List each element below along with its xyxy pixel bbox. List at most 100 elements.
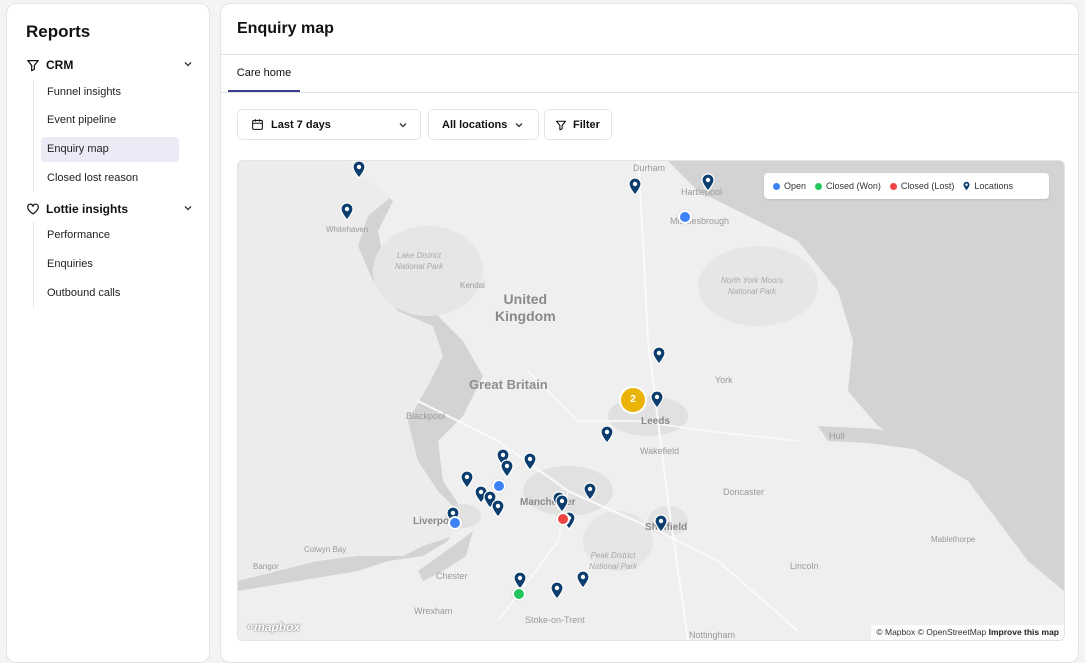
map-label-text: Lake District National Park xyxy=(395,251,444,271)
map-label-bangor: Bangor xyxy=(253,562,279,571)
map-label-mablethorpe: Mablethorpe xyxy=(931,535,976,544)
chevron-down-icon[interactable] xyxy=(182,58,194,70)
location-pin-icon[interactable] xyxy=(650,390,664,409)
map-label-durham: Durham xyxy=(633,163,666,173)
location-pin-icon[interactable] xyxy=(352,160,366,179)
sidebar-item-outbound-calls[interactable]: Outbound calls xyxy=(41,281,179,306)
divider xyxy=(221,54,1078,55)
map-label-text: Peak District National Park xyxy=(589,551,638,571)
legend-label: Open xyxy=(784,181,807,191)
location-pin-icon[interactable] xyxy=(340,202,354,221)
sidebar-item-event-pipeline[interactable]: Event pipeline xyxy=(41,108,179,133)
location-pin-icon[interactable] xyxy=(491,499,505,518)
legend-label: Closed (Lost) xyxy=(900,181,955,191)
enquiry-marker-closed-lost[interactable] xyxy=(556,512,570,526)
map-label-text: United Kingdom xyxy=(495,291,556,324)
calendar-icon xyxy=(252,119,263,130)
map-label-great-britain: Great Britain xyxy=(469,377,548,392)
location-pin-icon[interactable] xyxy=(550,581,564,600)
legend-swatch xyxy=(889,182,897,190)
location-pin-icon[interactable] xyxy=(652,346,666,365)
map-label-doncaster: Doncaster xyxy=(723,487,765,497)
sidebar-item-enquiry-map[interactable]: Enquiry map xyxy=(41,137,179,162)
enquiry-marker-open[interactable] xyxy=(448,516,462,530)
map-label-lincoln: Lincoln xyxy=(790,561,819,571)
map-label-lake-district: Lake District National Park xyxy=(395,250,443,272)
date-range-select[interactable]: Last 7 days xyxy=(237,109,421,140)
location-pin-icon[interactable] xyxy=(576,570,590,589)
map-label-blackpool: Blackpool xyxy=(406,411,446,421)
enquiry-marker-closed-won[interactable] xyxy=(512,587,526,601)
legend-item-locations: Locations xyxy=(963,181,1013,191)
sidebar-item-enquiries[interactable]: Enquiries xyxy=(41,252,179,277)
map-label-wrexham: Wrexham xyxy=(414,606,453,616)
enquiry-map[interactable]: United Kingdom Great Britain Durham Hart… xyxy=(237,160,1065,641)
location-pin-icon[interactable] xyxy=(628,177,642,196)
sidebar-item-funnel-insights[interactable]: Funnel insights xyxy=(41,80,179,105)
sidebar-group-crm[interactable]: CRM xyxy=(26,54,194,76)
location-pin-icon[interactable] xyxy=(583,482,597,501)
sidebar: Reports CRM Funnel insights Event pipeli… xyxy=(6,3,210,663)
locations-select[interactable]: All locations xyxy=(428,109,539,140)
filter-icon xyxy=(27,60,39,72)
map-label-whitehaven: Whitehaven xyxy=(326,225,369,234)
sidebar-group-label: CRM xyxy=(46,58,74,72)
location-pin-icon[interactable] xyxy=(523,452,537,471)
legend-item-open: Open xyxy=(773,181,806,191)
tab-care-home[interactable]: Care home xyxy=(228,55,300,91)
sidebar-group-lottie-insights[interactable]: Lottie insights xyxy=(26,198,194,220)
map-label-peak-district: Peak District National Park xyxy=(589,550,637,572)
legend-item-closed-won: Closed (Won) xyxy=(815,181,881,191)
page-title: Enquiry map xyxy=(237,20,334,37)
legend-label: Locations xyxy=(974,181,1013,191)
chevron-down-icon[interactable] xyxy=(182,202,194,214)
sidebar-item-closed-lost-reason[interactable]: Closed lost reason xyxy=(41,166,179,191)
enquiry-cluster[interactable]: 2 xyxy=(619,386,647,414)
improve-map-link[interactable]: Improve this map xyxy=(989,627,1059,637)
enquiry-marker-open[interactable] xyxy=(678,210,692,224)
map-label-text: North York Moors National Park xyxy=(721,276,784,296)
map-label-chester: Chester xyxy=(436,571,468,581)
tree-line xyxy=(33,222,34,308)
location-pin-icon[interactable] xyxy=(600,425,614,444)
filter-button[interactable]: Filter xyxy=(544,109,612,140)
date-range-label: Last 7 days xyxy=(271,118,331,131)
sidebar-group-label: Lottie insights xyxy=(46,202,128,216)
chevron-down-icon xyxy=(399,122,407,127)
map-label-leeds: Leeds xyxy=(641,416,670,427)
map-label-hull: Hull xyxy=(829,431,845,441)
legend-item-closed-lost: Closed (Lost) xyxy=(889,181,955,191)
legend-label: Closed (Won) xyxy=(826,181,881,191)
location-pin-icon[interactable] xyxy=(460,470,474,489)
location-pin-icon[interactable] xyxy=(654,514,668,533)
mapbox-logo[interactable]: ⚬mapbox xyxy=(244,620,300,634)
map-label-kendal: Kendal xyxy=(460,281,485,290)
map-attribution: © Mapbox © OpenStreetMap Improve this ma… xyxy=(871,625,1064,640)
locations-label: All locations xyxy=(442,118,508,131)
tree-line xyxy=(33,80,34,192)
map-label-north-york-moors: North York Moors National Park xyxy=(721,275,783,297)
sidebar-title: Reports xyxy=(26,22,91,41)
legend-swatch xyxy=(815,182,823,190)
location-pin-icon[interactable] xyxy=(500,459,514,478)
heart-icon xyxy=(27,203,39,215)
divider xyxy=(221,92,1078,93)
enquiry-marker-open[interactable] xyxy=(492,479,506,493)
map-label-nottingham: Nottingham xyxy=(689,630,736,640)
mapbox-logo-text: mapbox xyxy=(254,620,301,634)
main-panel: Enquiry map Care home Last 7 days All lo… xyxy=(220,3,1079,663)
location-pin-icon xyxy=(963,181,970,191)
attribution-text[interactable]: © Mapbox © OpenStreetMap xyxy=(876,627,986,637)
map-label-colwyn-bay: Colwyn Bay xyxy=(304,545,347,554)
filter-label: Filter xyxy=(573,118,600,131)
sidebar-item-performance[interactable]: Performance xyxy=(41,223,179,248)
legend-swatch xyxy=(773,182,780,190)
map-label-stoke-on-trent: Stoke-on-Trent xyxy=(525,615,585,625)
map-label-york: York xyxy=(715,375,733,385)
map-label-wakefield: Wakefield xyxy=(640,446,680,456)
map-legend: Open Closed (Won) Closed (Lost) Location… xyxy=(764,173,1049,199)
filter-icon xyxy=(555,120,567,130)
map-label-united-kingdom: United Kingdom xyxy=(495,291,556,325)
chevron-down-icon xyxy=(515,122,523,127)
location-pin-icon[interactable] xyxy=(701,173,715,192)
